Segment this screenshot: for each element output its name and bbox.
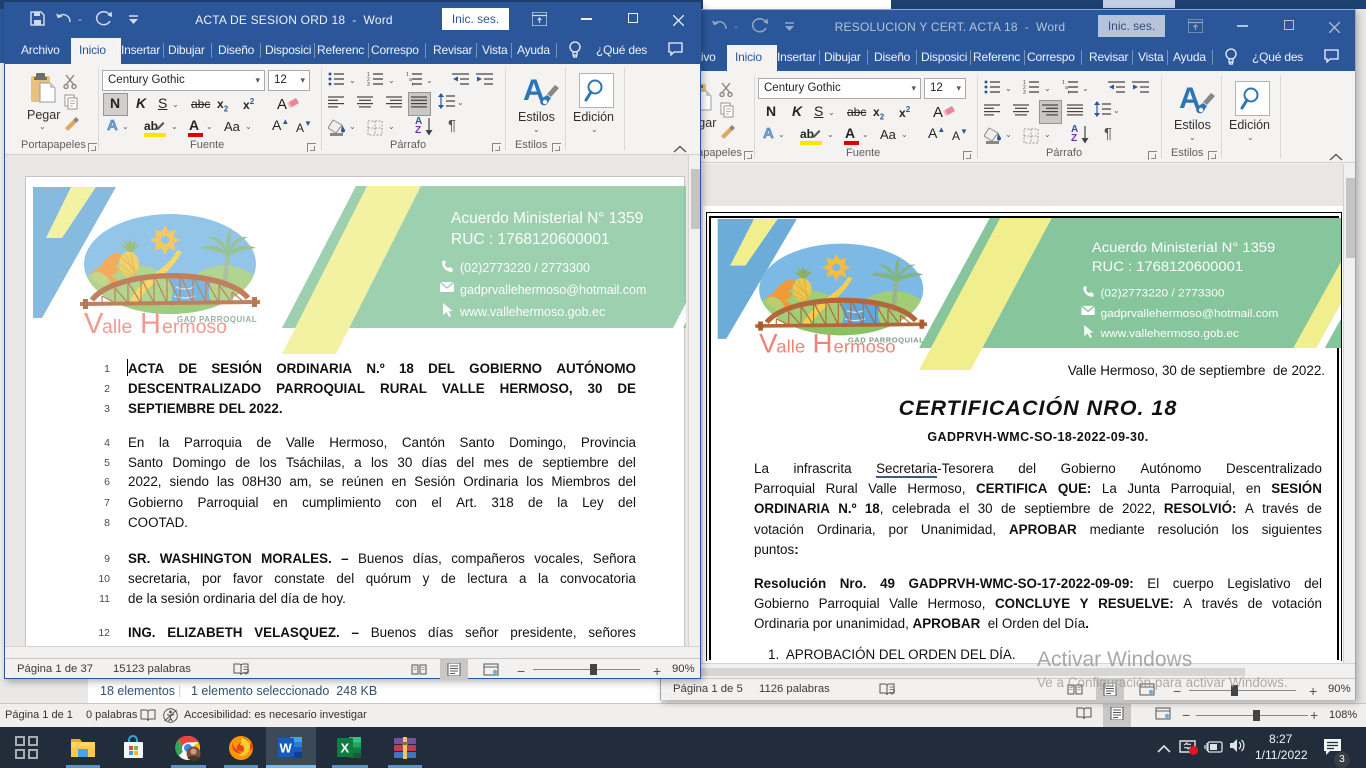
svg-text:(02)2773220 / 2773300: (02)2773220 / 2773300 bbox=[460, 261, 590, 275]
svg-text:i: i bbox=[1068, 90, 1069, 94]
svg-text:RUC : 1768120600001: RUC : 1768120600001 bbox=[1092, 259, 1243, 275]
svg-text:gadprvallehermoso@hotmail.com: gadprvallehermoso@hotmail.com bbox=[1100, 307, 1278, 320]
svg-text:www.vallehermoso.gob.ec: www.vallehermoso.gob.ec bbox=[459, 305, 605, 319]
svg-text:Acuerdo Ministerial N° 1359: Acuerdo Ministerial N° 1359 bbox=[451, 210, 643, 227]
svg-text:alle: alle bbox=[102, 316, 132, 338]
svg-text:GAD PARROQUIAL: GAD PARROQUIAL bbox=[177, 315, 257, 324]
svg-text:alle: alle bbox=[776, 336, 805, 357]
svg-text:GAD PARROQUIAL: GAD PARROQUIAL bbox=[848, 336, 924, 345]
svg-text:Acuerdo Ministerial N° 1359: Acuerdo Ministerial N° 1359 bbox=[1092, 240, 1275, 256]
svg-text:www.vallehermoso.gob.ec: www.vallehermoso.gob.ec bbox=[1099, 327, 1239, 340]
svg-text:W: W bbox=[280, 741, 293, 756]
svg-text:H: H bbox=[813, 328, 833, 358]
svg-text:(02)2773220 / 2773300: (02)2773220 / 2773300 bbox=[1100, 287, 1225, 300]
svg-text:RUC : 1768120600001: RUC : 1768120600001 bbox=[451, 231, 610, 248]
svg-text:3: 3 bbox=[1023, 90, 1026, 94]
svg-text:V: V bbox=[84, 308, 104, 340]
svg-text:3: 3 bbox=[367, 82, 370, 86]
svg-text:i: i bbox=[412, 82, 413, 86]
svg-text:V: V bbox=[759, 328, 777, 358]
svg-text:H: H bbox=[140, 308, 161, 340]
svg-text:A: A bbox=[933, 104, 943, 121]
svg-text:X: X bbox=[341, 741, 350, 756]
svg-text:gadprvallehermoso@hotmail.com: gadprvallehermoso@hotmail.com bbox=[460, 283, 646, 297]
svg-text:A: A bbox=[277, 96, 287, 113]
